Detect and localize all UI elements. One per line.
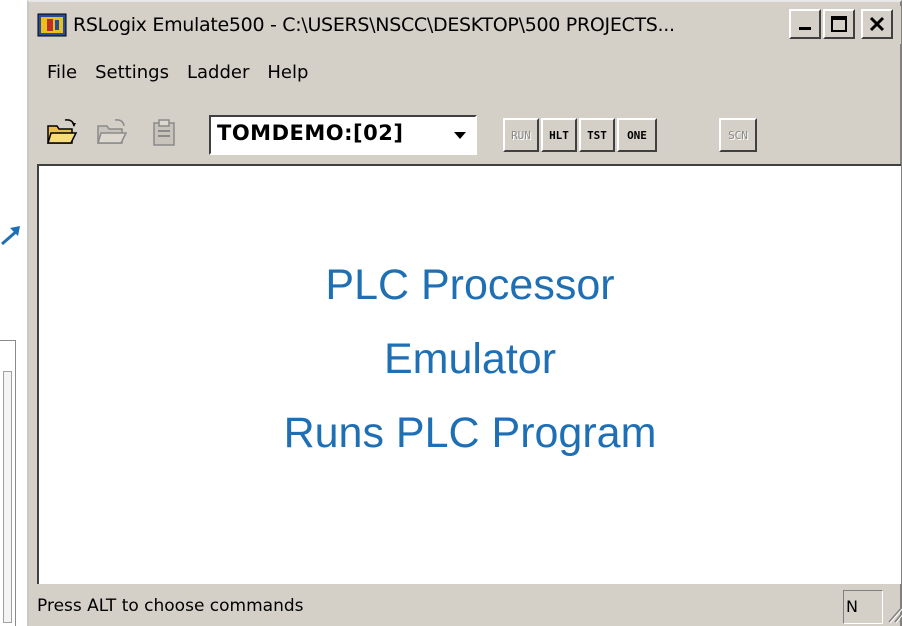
open-folder-button[interactable] [45, 116, 79, 150]
menu-bar: File Settings Ladder Help [33, 62, 312, 92]
background-window-edge [0, 340, 16, 626]
menu-settings[interactable]: Settings [95, 62, 169, 92]
single-scan-button[interactable]: ONE [617, 118, 657, 152]
arrow-icon [1, 226, 20, 246]
annotation-line-3: Runs PLC Program [283, 409, 657, 457]
window-title: RSLogix Emulate500 - C:\USERS\NSCC\DESKT… [73, 14, 675, 36]
open-folder-icon [46, 119, 78, 144]
annotation-line-2: Emulator [383, 335, 557, 383]
clipboard-disabled-button[interactable] [147, 116, 181, 150]
minimize-button[interactable] [789, 9, 821, 39]
title-bar[interactable]: RSLogix Emulate500 - C:\USERS\NSCC\DESKT… [33, 6, 901, 44]
status-bar: Press ALT to choose commands N [35, 588, 902, 626]
app-icon [37, 13, 67, 37]
status-text: Press ALT to choose commands [37, 596, 304, 616]
close-button[interactable] [861, 9, 893, 39]
toolbar: TOMDEMO:[02] RUN HLT TST ONE SCN [35, 110, 899, 160]
scan-button[interactable]: SCN [719, 118, 757, 152]
test-button[interactable]: TST [579, 118, 615, 152]
resize-grip-icon[interactable] [883, 598, 902, 624]
menu-ladder[interactable]: Ladder [187, 62, 249, 92]
open-folder-disabled-button[interactable] [95, 116, 129, 150]
minimize-icon [799, 27, 811, 30]
clipboard-disabled-icon [153, 119, 175, 146]
menu-file[interactable]: File [47, 62, 77, 92]
chevron-down-icon[interactable] [447, 119, 473, 151]
processor-select-value: TOMDEMO:[02] [217, 121, 404, 145]
halt-button[interactable]: HLT [541, 118, 577, 152]
processor-select[interactable]: TOMDEMO:[02] [209, 115, 477, 155]
close-icon [869, 16, 885, 32]
maximize-icon [831, 16, 847, 32]
status-pane: N [843, 590, 883, 624]
annotation-text: PLC Processor Emulator Runs PLC Program [39, 248, 901, 470]
open-folder-disabled-icon [96, 119, 128, 144]
menu-help[interactable]: Help [267, 62, 308, 92]
annotation-line-1: PLC Processor [325, 261, 615, 309]
client-area: PLC Processor Emulator Runs PLC Program [37, 164, 901, 584]
run-button[interactable]: RUN [503, 118, 539, 152]
maximize-button[interactable] [823, 9, 855, 39]
emulator-window: RSLogix Emulate500 - C:\USERS\NSCC\DESKT… [27, 0, 902, 626]
